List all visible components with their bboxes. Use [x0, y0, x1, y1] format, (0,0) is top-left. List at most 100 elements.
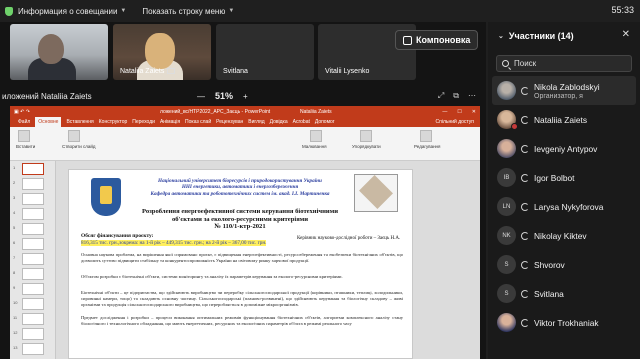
ppt-ribbon: Вставити Створити слайд Малювання Упоряд… — [10, 127, 480, 161]
screen-share-icon — [167, 68, 176, 75]
project-title: Розроблення енергоефективної системи кер… — [141, 208, 339, 231]
close-icon: ✕ — [471, 108, 476, 115]
participants-title: Участники (14) — [508, 31, 574, 41]
meeting-stage: Nataliia Zaiets Svitlana Vitalii Lysenko… — [0, 22, 486, 359]
financing-label: Обсяг фінансування проєкту: — [81, 233, 154, 239]
mic-off-icon — [511, 123, 518, 130]
slide-thumb — [22, 163, 44, 175]
close-panel-button[interactable]: ✕ — [622, 29, 630, 40]
participant-row[interactable]: Nikola Zablodskyi Организатор, я — [492, 76, 636, 105]
participant-name: Igor Bolbot — [534, 172, 575, 183]
slide-number: 9 — [13, 285, 16, 290]
video-tile[interactable] — [10, 24, 108, 80]
slide-number: 5 — [13, 225, 16, 230]
search-icon — [502, 60, 509, 67]
popout-icon[interactable]: ⧉ — [453, 91, 459, 101]
meeting-timer: 55:33 — [611, 5, 634, 15]
slide-paragraph: Основна наукова проблема, на вирішення я… — [81, 252, 403, 263]
ppt-workspace: 1 2 3 4 5 6 7 8 9 10 11 12 13 Національн… — [10, 161, 480, 359]
slide-thumb — [22, 313, 44, 325]
fit-screen-icon[interactable]: ⤢ — [438, 91, 444, 101]
participant-row[interactable]: Viktor Trokhaniak — [492, 308, 636, 337]
ppt-tab: Вставлення — [66, 119, 94, 125]
ppt-tab: Переходи — [132, 119, 155, 125]
ppt-filename: ложений_вс/НТР2022_АРС_Заєць - PowerPoin… — [160, 108, 271, 115]
video-tile-name: Svitlana — [223, 68, 248, 75]
ppt-tab: Рецензуван — [216, 119, 244, 125]
chevron-down-icon: ⌄ — [498, 33, 504, 40]
ppt-tab: Анімація — [159, 119, 181, 125]
avatar: LN — [497, 197, 516, 216]
slide-paragraph: Біотехнічні об'єкти – це підприємства, щ… — [81, 290, 403, 307]
avatar — [497, 313, 516, 332]
slide-thumb — [22, 268, 44, 280]
participant-row[interactable]: IB Igor Bolbot — [492, 163, 636, 192]
participant-name: Svitlana — [534, 288, 564, 299]
ppt-tab-active: Основне — [35, 117, 62, 127]
video-tile-name: Vitalii Lysenko — [325, 68, 370, 75]
slide-number: 6 — [13, 240, 16, 245]
ppt-tab: Довідка — [269, 119, 288, 125]
participant-name: Larysa Nykyforova — [534, 201, 604, 212]
zoom-controls: — 51% + — [197, 91, 248, 101]
slide-thumb — [22, 223, 44, 235]
participant-name: Ievgeniy Antypov — [534, 143, 598, 154]
slide-number: 11 — [13, 315, 18, 320]
ppt-tab: Конструктор — [98, 119, 128, 125]
participant-row[interactable]: Ievgeniy Antypov — [492, 134, 636, 163]
presentation-bar: иложений Nataliia Zaiets — 51% + ⤢ ⧉ ⋯ — [0, 88, 486, 104]
show-menu-bar-button[interactable]: Показать строку меню ▼ — [142, 7, 234, 16]
slide-thumb — [22, 238, 44, 250]
participant-row[interactable]: LN Larysa Nykyforova — [492, 192, 636, 221]
participant-row[interactable]: S Shvorov — [492, 250, 636, 279]
ppt-user: Nataliia Zaiets — [300, 108, 332, 115]
slide-number: 13 — [13, 345, 18, 350]
slide-thumb — [22, 253, 44, 265]
participant-row[interactable]: NK Nikolay Kiktev — [492, 221, 636, 250]
slide-number: 10 — [13, 300, 18, 305]
avatar: S — [497, 255, 516, 274]
meeting-info-menu[interactable]: Информация о совещании ▼ — [18, 7, 126, 16]
layout-button[interactable]: Компоновка — [395, 30, 479, 50]
shield-icon — [5, 6, 13, 16]
ppt-title-bar: ▣ ↶ ↷ ложений_вс/НТР2022_АРС_Заєць - Pow… — [10, 106, 480, 117]
ppt-share: Спільний доступ — [435, 119, 474, 125]
sync-icon — [521, 231, 529, 240]
slide-thumb — [22, 298, 44, 310]
ribbon-label: Упорядкувати — [352, 144, 381, 149]
university-header: Національний університет біоресурсів і п… — [150, 178, 330, 197]
avatar: S — [497, 284, 516, 303]
participant-row[interactable]: S Svitlana — [492, 279, 636, 308]
search-input[interactable] — [514, 59, 624, 68]
ppt-tab: Показ слай — [185, 119, 212, 125]
ribbon-label: Малювання — [302, 144, 327, 149]
arrange-icon — [360, 130, 372, 142]
slide-paragraph: Предмет дослідження і розробки – процеси… — [81, 315, 403, 326]
participant-row[interactable]: Nataliia Zaiets — [492, 105, 636, 134]
avatar: IB — [497, 168, 516, 187]
ribbon-label: Редагування — [414, 144, 441, 149]
sync-icon — [521, 202, 529, 211]
minimize-icon: — — [442, 108, 448, 115]
participants-header[interactable]: ⌄ Участники (14) — [498, 31, 574, 41]
more-icon[interactable]: ⋯ — [468, 91, 476, 101]
supervisor: Керівник науково-дослідної роботи – Заєц… — [297, 236, 401, 241]
slide-number: 3 — [13, 195, 16, 200]
participants-panel: ⌄ Участники (14) ✕ Nikola ZablodskyiОрга… — [488, 22, 640, 359]
draw-icon — [310, 130, 322, 142]
ppt-tab: Файл — [18, 119, 31, 125]
sync-icon — [521, 144, 529, 153]
presentation-controls: ⤢ ⧉ ⋯ — [438, 91, 476, 101]
university-emblem — [91, 178, 121, 216]
slide-thumb — [22, 208, 44, 220]
zoom-out-button[interactable]: — — [197, 92, 205, 101]
participant-search[interactable] — [496, 55, 632, 72]
zoom-in-button[interactable]: + — [243, 92, 248, 101]
video-tile[interactable]: Nataliia Zaiets — [113, 24, 211, 80]
shared-powerpoint-window: ▣ ↶ ↷ ложений_вс/НТР2022_АРС_Заєць - Pow… — [10, 106, 480, 359]
ppt-tab: Acrobat — [292, 119, 310, 125]
slide-number: 8 — [13, 270, 16, 275]
maximize-icon: ☐ — [457, 108, 462, 115]
avatar: NK — [497, 226, 516, 245]
video-tile[interactable]: Svitlana — [216, 24, 314, 80]
